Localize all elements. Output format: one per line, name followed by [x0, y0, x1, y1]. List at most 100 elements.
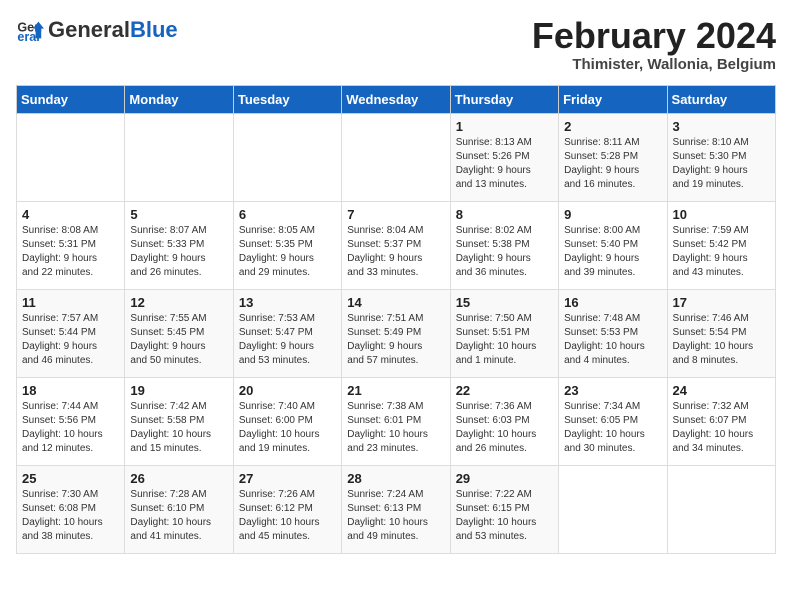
- day-number: 28: [347, 471, 444, 486]
- day-info: Sunrise: 8:07 AM Sunset: 5:33 PM Dayligh…: [130, 224, 227, 280]
- calendar-cell: 10 Sunrise: 7:59 AM Sunset: 5:42 PM Dayli…: [667, 201, 775, 289]
- day-number: 21: [347, 383, 444, 398]
- day-number: 9: [564, 207, 661, 222]
- day-info: Sunrise: 7:28 AM Sunset: 6:10 PM Dayligh…: [130, 488, 227, 544]
- day-info: Sunrise: 7:51 AM Sunset: 5:49 PM Dayligh…: [347, 312, 444, 368]
- calendar-subtitle: Thimister, Wallonia, Belgium: [532, 56, 776, 73]
- day-number: 22: [456, 383, 553, 398]
- calendar-cell: 25Sunrise: 7:30 AM Sunset: 6:08 PM Dayli…: [17, 465, 125, 553]
- calendar-cell: 3Sunrise: 8:10 AM Sunset: 5:30 PM Daylig…: [667, 113, 775, 201]
- calendar-week-row: 18 Sunrise: 7:44 AM Sunset: 5:56 PM Dayli…: [17, 377, 776, 465]
- day-info: Sunrise: 7:59 AM Sunset: 5:42 PM Dayligh…: [673, 224, 770, 280]
- day-info: Sunrise: 7:36 AM Sunset: 6:03 PM Dayligh…: [456, 400, 553, 456]
- day-info: Sunrise: 8:00 AM Sunset: 5:40 PM Dayligh…: [564, 224, 661, 280]
- day-info: Sunrise: 8:11 AM Sunset: 5:28 PM Dayligh…: [564, 136, 661, 192]
- day-number: 5: [130, 207, 227, 222]
- calendar-cell: [233, 113, 341, 201]
- calendar-cell: [125, 113, 233, 201]
- calendar-cell: 29Sunrise: 7:22 AM Sunset: 6:15 PM Dayli…: [450, 465, 558, 553]
- calendar-cell: 24 Sunrise: 7:32 AM Sunset: 6:07 PM Dayli…: [667, 377, 775, 465]
- day-info: Sunrise: 7:30 AM Sunset: 6:08 PM Dayligh…: [22, 488, 119, 544]
- title-block: February 2024 Thimister, Wallonia, Belgi…: [532, 16, 776, 73]
- day-number: 3: [673, 119, 770, 134]
- day-number: 18: [22, 383, 119, 398]
- calendar-cell: 22 Sunrise: 7:36 AM Sunset: 6:03 PM Dayli…: [450, 377, 558, 465]
- day-number: 24: [673, 383, 770, 398]
- calendar-cell: 17 Sunrise: 7:46 AM Sunset: 5:54 PM Dayli…: [667, 289, 775, 377]
- day-number: 27: [239, 471, 336, 486]
- logo: Gen eral GeneralBlue: [16, 16, 178, 44]
- calendar-cell: 26 Sunrise: 7:28 AM Sunset: 6:10 PM Dayli…: [125, 465, 233, 553]
- day-number: 12: [130, 295, 227, 310]
- day-number: 7: [347, 207, 444, 222]
- calendar-cell: 21 Sunrise: 7:38 AM Sunset: 6:01 PM Dayli…: [342, 377, 450, 465]
- calendar-cell: 1Sunrise: 8:13 AM Sunset: 5:26 PM Daylig…: [450, 113, 558, 201]
- calendar-cell: 13Sunrise: 7:53 AM Sunset: 5:47 PM Dayli…: [233, 289, 341, 377]
- header-sunday: Sunday: [17, 85, 125, 113]
- calendar-cell: 27 Sunrise: 7:26 AM Sunset: 6:12 PM Dayli…: [233, 465, 341, 553]
- calendar-cell: 9 Sunrise: 8:00 AM Sunset: 5:40 PM Daylig…: [559, 201, 667, 289]
- calendar-cell: 11 Sunrise: 7:57 AM Sunset: 5:44 PM Dayli…: [17, 289, 125, 377]
- day-info: Sunrise: 7:38 AM Sunset: 6:01 PM Dayligh…: [347, 400, 444, 456]
- day-number: 2: [564, 119, 661, 134]
- calendar-cell: 6 Sunrise: 8:05 AM Sunset: 5:35 PM Daylig…: [233, 201, 341, 289]
- day-info: Sunrise: 8:08 AM Sunset: 5:31 PM Dayligh…: [22, 224, 119, 280]
- day-number: 11: [22, 295, 119, 310]
- day-number: 17: [673, 295, 770, 310]
- calendar-cell: 16Sunrise: 7:48 AM Sunset: 5:53 PM Dayli…: [559, 289, 667, 377]
- calendar-cell: [667, 465, 775, 553]
- day-number: 6: [239, 207, 336, 222]
- day-number: 23: [564, 383, 661, 398]
- day-info: Sunrise: 7:32 AM Sunset: 6:07 PM Dayligh…: [673, 400, 770, 456]
- calendar-cell: 19Sunrise: 7:42 AM Sunset: 5:58 PM Dayli…: [125, 377, 233, 465]
- day-info: Sunrise: 8:05 AM Sunset: 5:35 PM Dayligh…: [239, 224, 336, 280]
- day-info: Sunrise: 7:24 AM Sunset: 6:13 PM Dayligh…: [347, 488, 444, 544]
- day-number: 13: [239, 295, 336, 310]
- day-number: 15: [456, 295, 553, 310]
- calendar-cell: 23 Sunrise: 7:34 AM Sunset: 6:05 PM Dayli…: [559, 377, 667, 465]
- calendar-cell: 14 Sunrise: 7:51 AM Sunset: 5:49 PM Dayli…: [342, 289, 450, 377]
- calendar-cell: 4 Sunrise: 8:08 AM Sunset: 5:31 PM Daylig…: [17, 201, 125, 289]
- day-number: 16: [564, 295, 661, 310]
- day-info: Sunrise: 7:40 AM Sunset: 6:00 PM Dayligh…: [239, 400, 336, 456]
- day-number: 26: [130, 471, 227, 486]
- day-number: 29: [456, 471, 553, 486]
- calendar-cell: [559, 465, 667, 553]
- day-number: 1: [456, 119, 553, 134]
- calendar-cell: 8 Sunrise: 8:02 AM Sunset: 5:38 PM Daylig…: [450, 201, 558, 289]
- day-info: Sunrise: 8:02 AM Sunset: 5:38 PM Dayligh…: [456, 224, 553, 280]
- day-number: 10: [673, 207, 770, 222]
- calendar-week-row: 1Sunrise: 8:13 AM Sunset: 5:26 PM Daylig…: [17, 113, 776, 201]
- day-info: Sunrise: 8:04 AM Sunset: 5:37 PM Dayligh…: [347, 224, 444, 280]
- calendar-week-row: 11 Sunrise: 7:57 AM Sunset: 5:44 PM Dayli…: [17, 289, 776, 377]
- calendar-header-row: Sunday Monday Tuesday Wednesday Thursday…: [17, 85, 776, 113]
- day-info: Sunrise: 7:34 AM Sunset: 6:05 PM Dayligh…: [564, 400, 661, 456]
- logo-text: GeneralBlue: [48, 18, 178, 42]
- day-number: 20: [239, 383, 336, 398]
- calendar-cell: 28 Sunrise: 7:24 AM Sunset: 6:13 PM Dayli…: [342, 465, 450, 553]
- day-number: 8: [456, 207, 553, 222]
- header-friday: Friday: [559, 85, 667, 113]
- day-info: Sunrise: 7:44 AM Sunset: 5:56 PM Dayligh…: [22, 400, 119, 456]
- calendar-week-row: 4 Sunrise: 8:08 AM Sunset: 5:31 PM Daylig…: [17, 201, 776, 289]
- header-tuesday: Tuesday: [233, 85, 341, 113]
- day-info: Sunrise: 7:57 AM Sunset: 5:44 PM Dayligh…: [22, 312, 119, 368]
- header-monday: Monday: [125, 85, 233, 113]
- page-header: Gen eral GeneralBlue February 2024 Thimi…: [16, 16, 776, 73]
- header-saturday: Saturday: [667, 85, 775, 113]
- day-info: Sunrise: 7:50 AM Sunset: 5:51 PM Dayligh…: [456, 312, 553, 368]
- calendar-cell: 12Sunrise: 7:55 AM Sunset: 5:45 PM Dayli…: [125, 289, 233, 377]
- calendar-title: February 2024: [532, 16, 776, 56]
- calendar-cell: [342, 113, 450, 201]
- day-info: Sunrise: 7:46 AM Sunset: 5:54 PM Dayligh…: [673, 312, 770, 368]
- day-info: Sunrise: 7:26 AM Sunset: 6:12 PM Dayligh…: [239, 488, 336, 544]
- day-number: 14: [347, 295, 444, 310]
- header-thursday: Thursday: [450, 85, 558, 113]
- logo-icon: Gen eral: [16, 16, 44, 44]
- calendar-cell: 20 Sunrise: 7:40 AM Sunset: 6:00 PM Dayli…: [233, 377, 341, 465]
- day-number: 4: [22, 207, 119, 222]
- calendar-table: Sunday Monday Tuesday Wednesday Thursday…: [16, 85, 776, 554]
- calendar-cell: [17, 113, 125, 201]
- day-number: 19: [130, 383, 227, 398]
- header-wednesday: Wednesday: [342, 85, 450, 113]
